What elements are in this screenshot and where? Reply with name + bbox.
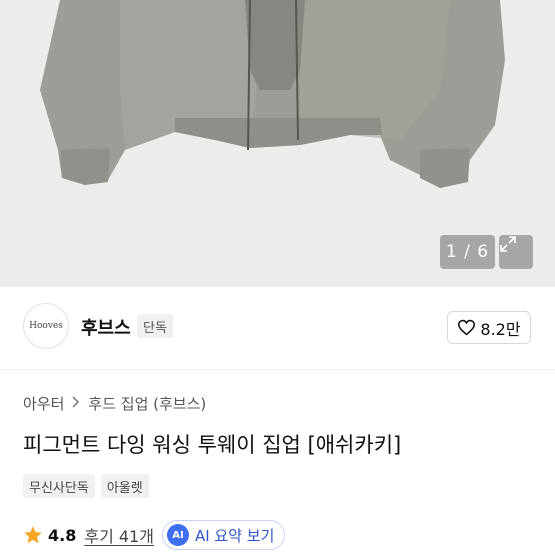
rating-row: 4.8 후기 41개 AI AI 요약 보기 <box>23 520 286 550</box>
ai-icon: AI <box>166 524 189 546</box>
tag-musinsa-exclusive: 무신사단독 <box>23 474 95 498</box>
product-tags: 무신사단독 아울렛 <box>23 474 149 498</box>
ai-summary-button[interactable]: AI AI 요약 보기 <box>161 520 286 550</box>
star-icon <box>24 526 42 544</box>
tag-outlet: 아울렛 <box>100 474 149 498</box>
brand-row: Hooves 후브스 단독 8.2만 <box>0 300 555 356</box>
brand-name[interactable]: 후브스 <box>81 314 131 340</box>
like-count: 8.2만 <box>480 319 521 339</box>
breadcrumb: 아우터 후드 집업 (후브스) <box>23 393 206 414</box>
rating-value: 4.8 <box>48 525 77 545</box>
brand-like-button[interactable]: 8.2만 <box>447 311 531 344</box>
product-image-gallery[interactable]: 1 / 6 <box>0 0 555 287</box>
brand-exclusive-badge: 단독 <box>137 314 173 338</box>
expand-icon[interactable] <box>499 235 533 269</box>
breadcrumb-item-outer[interactable]: 아우터 <box>23 393 64 414</box>
product-title: 피그먼트 다잉 워싱 투웨이 집업 [애쉬카키] <box>23 433 402 457</box>
heart-icon <box>458 319 476 336</box>
ai-summary-label: AI 요약 보기 <box>194 526 275 545</box>
breadcrumb-item-hood-zipup[interactable]: 후드 집업 (후브스) <box>88 393 206 414</box>
chevron-right-icon <box>72 395 80 412</box>
image-counter: 1 / 6 <box>440 235 495 269</box>
reviews-link[interactable]: 후기 41개 <box>84 523 154 547</box>
brand-logo-text: Hooves <box>29 321 63 331</box>
section-divider <box>0 369 555 370</box>
brand-logo[interactable]: Hooves <box>23 303 69 349</box>
